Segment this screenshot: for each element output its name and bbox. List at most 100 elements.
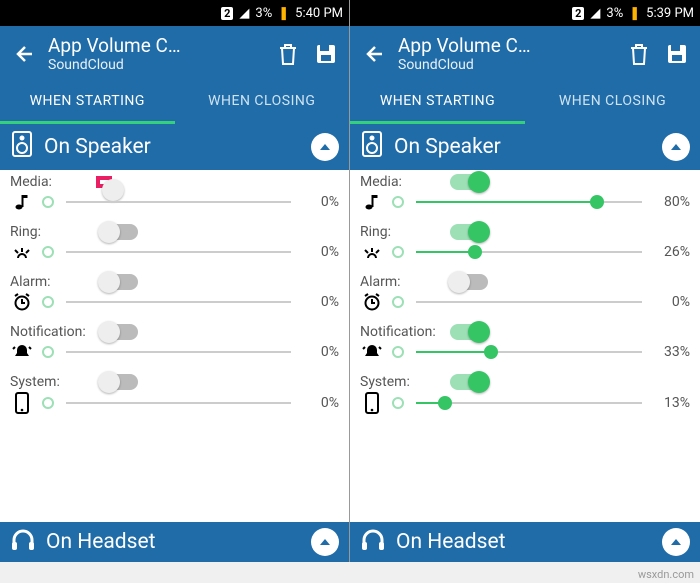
battery-pct: 3%	[606, 6, 623, 21]
section-headset-label: On Headset	[396, 530, 505, 554]
volume-slider[interactable]	[416, 342, 642, 362]
volume-toggle[interactable]	[100, 224, 138, 240]
volume-label: Media:	[360, 174, 440, 190]
signal-icon: ◢	[590, 6, 600, 21]
volume-row: Alarm: 0%	[350, 270, 700, 320]
volume-percent: 0%	[299, 244, 339, 260]
watermark: wsxdn.com	[638, 568, 694, 581]
tab-when-starting[interactable]: WHEN STARTING	[0, 81, 175, 124]
battery-warn-icon: ❚	[629, 6, 640, 21]
delete-button[interactable]	[275, 41, 301, 67]
tab-bar: WHEN STARTING WHEN CLOSING	[350, 81, 700, 124]
expand-icon[interactable]	[311, 528, 339, 556]
music-icon	[360, 193, 384, 211]
volume-row: System: 0%	[0, 370, 349, 422]
save-button[interactable]	[664, 41, 690, 67]
volume-row: Notification: 33%	[350, 320, 700, 370]
app-bar: App Volume C… SoundCloud	[0, 26, 349, 81]
signal-icon: ◢	[239, 6, 249, 21]
volume-row: Media: 80%	[350, 170, 700, 220]
volume-percent: 0%	[299, 194, 339, 210]
slider-min-icon	[42, 246, 54, 258]
volume-label: Alarm:	[360, 274, 440, 290]
volume-label: Notification:	[360, 324, 440, 340]
volume-toggle[interactable]	[450, 374, 488, 390]
tab-when-closing[interactable]: WHEN CLOSING	[525, 81, 700, 124]
slider-min-icon	[392, 296, 404, 308]
section-speaker-label: On Speaker	[44, 135, 151, 159]
volume-percent: 80%	[650, 194, 690, 210]
volume-toggle[interactable]	[450, 174, 488, 190]
music-icon	[10, 193, 34, 211]
volume-toggle[interactable]	[450, 224, 488, 240]
volume-label: Notification:	[10, 324, 90, 340]
alarm-icon	[10, 292, 34, 312]
slider-min-icon	[42, 397, 54, 409]
bell-icon	[360, 342, 384, 362]
app-subtitle: SoundCloud	[398, 57, 614, 73]
status-bar: 2 ◢ 3% ❚ 5:39 PM	[350, 0, 700, 26]
headset-icon	[360, 528, 386, 556]
collapse-icon[interactable]	[662, 133, 690, 161]
slider-min-icon	[392, 346, 404, 358]
volume-row: Alarm: 0%	[0, 270, 349, 320]
sim-indicator: 2	[221, 7, 233, 20]
volume-slider[interactable]	[66, 342, 291, 362]
collapse-icon[interactable]	[311, 133, 339, 161]
expand-icon[interactable]	[662, 528, 690, 556]
section-on-headset[interactable]: On Headset	[350, 522, 700, 562]
phone-icon	[360, 392, 384, 414]
slider-min-icon	[392, 246, 404, 258]
volume-percent: 26%	[650, 244, 690, 260]
app-title: App Volume C…	[398, 34, 614, 57]
volume-percent: 0%	[650, 294, 690, 310]
section-headset-label: On Headset	[46, 530, 155, 554]
app-title: App Volume C…	[48, 34, 263, 57]
volume-slider[interactable]	[66, 192, 291, 212]
volume-slider[interactable]	[66, 242, 291, 262]
volume-slider[interactable]	[416, 242, 642, 262]
volume-label: Media:	[10, 174, 90, 190]
volume-row: Ring: 26%	[350, 220, 700, 270]
volume-row: Ring: 0%	[0, 220, 349, 270]
volume-slider[interactable]	[416, 292, 642, 312]
volume-slider[interactable]	[66, 292, 291, 312]
alarm-icon	[360, 292, 384, 312]
status-time: 5:40 PM	[295, 6, 343, 21]
battery-warn-icon: ❚	[278, 6, 289, 21]
status-bar: 2 ◢ 3% ❚ 5:40 PM	[0, 0, 349, 26]
volume-slider[interactable]	[416, 393, 642, 413]
volume-list: Media: 80% Ring: 26%	[350, 170, 700, 522]
volume-percent: 13%	[650, 395, 690, 411]
volume-row: System: 13%	[350, 370, 700, 422]
bell-icon	[10, 342, 34, 362]
volume-row: Notification: 0%	[0, 320, 349, 370]
volume-toggle[interactable]	[100, 324, 138, 340]
back-button[interactable]	[360, 41, 386, 67]
slider-min-icon	[392, 397, 404, 409]
headset-icon	[10, 528, 36, 556]
section-on-speaker[interactable]: On Speaker	[0, 124, 349, 170]
ring-icon	[360, 244, 384, 260]
volume-list: Media: 0% Ring: 0%	[0, 170, 349, 522]
back-button[interactable]	[10, 41, 36, 67]
volume-label: Alarm:	[10, 274, 90, 290]
save-button[interactable]	[313, 41, 339, 67]
section-on-headset[interactable]: On Headset	[0, 522, 349, 562]
delete-button[interactable]	[626, 41, 652, 67]
volume-toggle[interactable]	[450, 324, 488, 340]
volume-toggle[interactable]	[100, 374, 138, 390]
battery-pct: 3%	[255, 6, 272, 21]
volume-slider[interactable]	[416, 192, 642, 212]
volume-percent: 33%	[650, 344, 690, 360]
tab-when-closing[interactable]: WHEN CLOSING	[175, 81, 350, 124]
sim-indicator: 2	[572, 7, 584, 20]
tab-when-starting[interactable]: WHEN STARTING	[350, 81, 525, 124]
slider-min-icon	[42, 346, 54, 358]
volume-toggle[interactable]	[450, 274, 488, 290]
status-time: 5:39 PM	[646, 6, 694, 21]
tab-bar: WHEN STARTING WHEN CLOSING	[0, 81, 349, 124]
section-on-speaker[interactable]: On Speaker	[350, 124, 700, 170]
volume-toggle[interactable]	[100, 274, 138, 290]
volume-slider[interactable]	[66, 393, 291, 413]
